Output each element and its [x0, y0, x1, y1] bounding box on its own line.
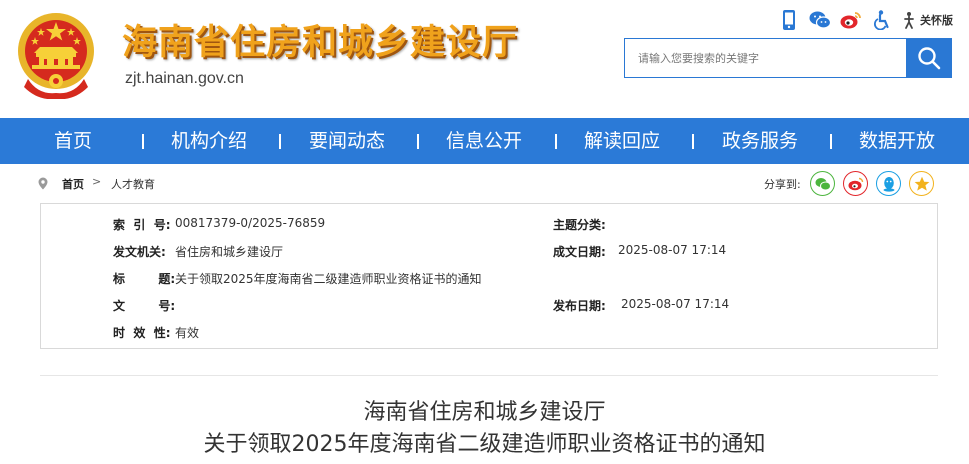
validity-value: 有效: [175, 326, 200, 340]
nav-item-news[interactable]: 要闻动态: [309, 118, 385, 164]
wechat-icon[interactable]: [809, 9, 831, 31]
national-emblem-logo[interactable]: [14, 9, 98, 100]
location-pin-icon: [38, 177, 48, 190]
care-mode-label: 关怀版: [920, 14, 953, 27]
search-button[interactable]: [906, 39, 951, 77]
date-label: 成文日期:: [553, 245, 606, 259]
publish-date-label: 发布日期:: [553, 299, 606, 313]
main-nav: 首页 机构介绍 要闻动态 信息公开 解读回应 政务服务 数据开放: [0, 118, 969, 164]
issuer-value: 省住房和城乡建设厅: [175, 245, 284, 259]
issuer-label: 发文机关:: [113, 245, 166, 259]
breadcrumb: 首页 > 人才教育 分享到:: [32, 164, 938, 202]
nav-item-organization[interactable]: 机构介绍: [171, 118, 247, 164]
accessibility-icon[interactable]: [871, 9, 893, 31]
site-domain: zjt.hainan.gov.cn: [125, 70, 244, 87]
nav-separator: [279, 134, 281, 149]
site-title: 海南省住房和城乡建设厅: [122, 23, 519, 63]
publish-date-value: 2025-08-07 17:14: [621, 297, 730, 311]
header-tools: 关怀版: [778, 9, 953, 31]
index-label: 索 引 号:: [113, 218, 171, 232]
search-icon: [917, 47, 940, 70]
content-divider: [40, 375, 938, 376]
share-label: 分享到:: [764, 178, 801, 191]
qzone-share-icon: [914, 176, 929, 191]
breadcrumb-arrow: >: [92, 175, 102, 188]
nav-separator: [142, 134, 144, 149]
mobile-icon[interactable]: [778, 9, 800, 31]
nav-item-open-data[interactable]: 数据开放: [859, 118, 935, 164]
search-box: [624, 38, 952, 78]
nav-separator: [830, 134, 832, 149]
subject-label: 标 题:: [113, 272, 176, 286]
nav-separator: [555, 134, 557, 149]
qq-share-icon: [883, 176, 894, 192]
care-mode-icon: [904, 12, 914, 29]
nav-separator: [692, 134, 694, 149]
topic-label: 主题分类:: [553, 218, 606, 232]
care-mode-toggle[interactable]: 关怀版: [900, 11, 953, 29]
breadcrumb-current[interactable]: 人才教育: [111, 176, 155, 192]
document-meta-table: 索 引 号: 00817379-0/2025-76859 主题分类: 发文机关:…: [40, 203, 938, 349]
site-header: 海南省住房和城乡建设厅 zjt.hainan.gov.cn 关怀版: [0, 0, 969, 118]
breadcrumb-home[interactable]: 首页: [62, 176, 84, 192]
validity-label: 时 效 性:: [113, 326, 171, 340]
qzone-share-button[interactable]: [909, 171, 934, 196]
nav-item-home[interactable]: 首页: [54, 118, 92, 164]
wechat-share-button[interactable]: [810, 171, 835, 196]
nav-item-disclosure[interactable]: 信息公开: [446, 118, 522, 164]
qq-share-button[interactable]: [876, 171, 901, 196]
weibo-share-icon: [848, 177, 863, 190]
subject-value: 关于领取2025年度海南省二级建造师职业资格证书的通知: [175, 272, 482, 286]
docno-label: 文 号:: [113, 299, 176, 313]
weibo-icon[interactable]: [840, 9, 862, 31]
article-org: 海南省住房和城乡建设厅: [363, 400, 606, 425]
nav-item-services[interactable]: 政务服务: [722, 118, 798, 164]
article-title: 关于领取2025年度海南省二级建造师职业资格证书的通知: [203, 432, 766, 457]
nav-item-interpretation[interactable]: 解读回应: [584, 118, 660, 164]
wechat-share-icon: [815, 177, 831, 190]
date-value: 2025-08-07 17:14: [618, 243, 727, 257]
index-value: 00817379-0/2025-76859: [175, 216, 326, 230]
nav-separator: [417, 134, 419, 149]
weibo-share-button[interactable]: [843, 171, 868, 196]
search-input[interactable]: [625, 39, 907, 77]
